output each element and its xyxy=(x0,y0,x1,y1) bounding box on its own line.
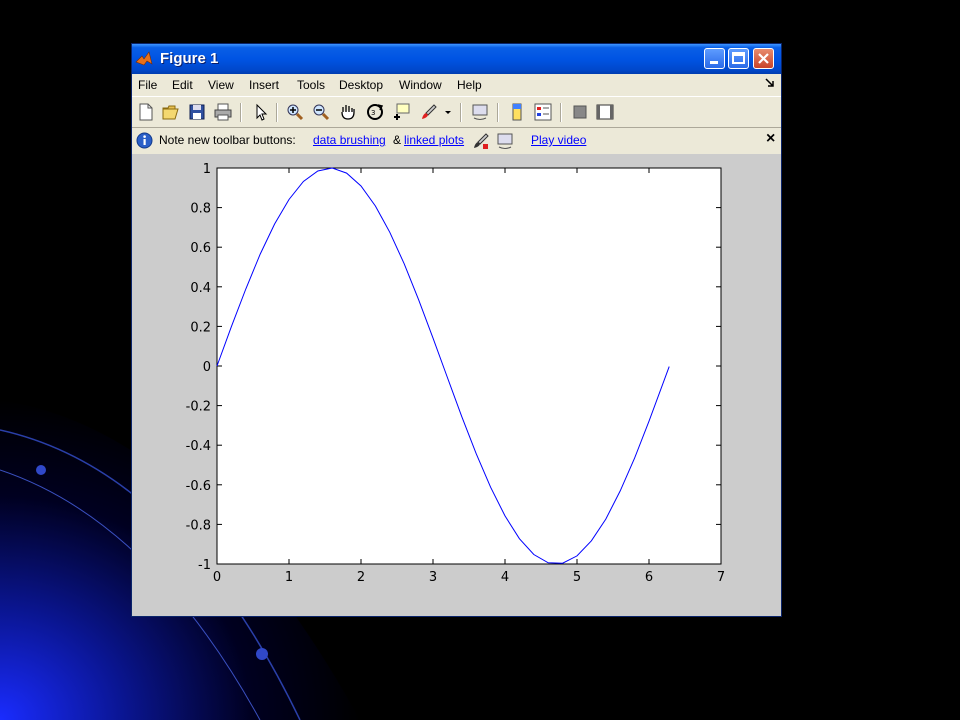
save-figure-icon[interactable] xyxy=(188,103,206,121)
brush-icon[interactable] xyxy=(420,103,438,121)
colorbar-icon[interactable] xyxy=(508,103,526,121)
linked-plots-mini-icon xyxy=(497,133,513,149)
y-tick-label: -0.4 xyxy=(186,439,211,454)
y-tick-label: -0.8 xyxy=(186,518,211,533)
open-file-icon[interactable] xyxy=(162,103,180,121)
new-figure-icon[interactable] xyxy=(137,103,155,121)
menu-window[interactable]: Window xyxy=(399,78,442,92)
figure-canvas: 0 1 2 3 4 5 6 7 -1 -0.8 -0.6 -0.4 -0.2 0 0.2 0.4 0.6 0.8 1 xyxy=(132,154,781,616)
svg-text:3: 3 xyxy=(371,109,375,117)
x-tick-label: 1 xyxy=(285,570,293,585)
close-button[interactable] xyxy=(753,48,774,69)
matlab-icon xyxy=(135,51,153,66)
menu-bar: File Edit View Insert Tools Desktop Wind… xyxy=(132,74,781,96)
rotate-3d-icon[interactable]: 3 xyxy=(366,103,384,121)
y-tick-label: 0.2 xyxy=(190,320,211,335)
play-video-link[interactable]: Play video xyxy=(531,133,586,147)
menu-help[interactable]: Help xyxy=(457,78,482,92)
zoom-out-icon[interactable] xyxy=(312,103,330,121)
print-figure-icon[interactable] xyxy=(214,103,232,121)
minimize-button[interactable] xyxy=(704,48,725,69)
brush-dropdown-icon[interactable] xyxy=(444,103,452,121)
window-title: Figure 1 xyxy=(160,50,219,67)
link-plot-icon[interactable] xyxy=(471,103,489,121)
zoom-in-icon[interactable] xyxy=(286,103,304,121)
y-tick-label: -1 xyxy=(198,558,211,573)
linked-plots-link[interactable]: linked plots xyxy=(404,133,464,147)
pan-hand-icon[interactable] xyxy=(339,103,357,121)
y-tick-label: -0.6 xyxy=(186,479,211,494)
figure-window: Figure 1 File Edit View Insert Tools Des… xyxy=(131,43,782,617)
minimize-icon xyxy=(710,61,718,64)
menu-edit[interactable]: Edit xyxy=(172,78,193,92)
show-plot-tools-icon[interactable] xyxy=(596,103,614,121)
menu-insert[interactable]: Insert xyxy=(249,78,279,92)
title-bar[interactable]: Figure 1 xyxy=(132,44,781,74)
hide-plot-tools-icon[interactable] xyxy=(571,103,589,121)
menu-tools[interactable]: Tools xyxy=(297,78,325,92)
x-tick-label: 3 xyxy=(429,570,437,585)
y-tick-label: 0.4 xyxy=(190,281,211,296)
y-tick-label: 0.6 xyxy=(190,241,211,256)
x-tick-label: 4 xyxy=(501,570,509,585)
ampersand-text: & xyxy=(393,133,402,147)
info-close-button[interactable]: × xyxy=(766,130,775,148)
legend-icon[interactable] xyxy=(534,103,552,121)
plot-area[interactable]: 0 1 2 3 4 5 6 7 -1 -0.8 -0.6 -0.4 -0.2 0 0.2 0.4 0.6 0.8 1 xyxy=(132,154,781,616)
close-icon xyxy=(758,53,769,64)
x-tick-label: 0 xyxy=(213,570,221,585)
y-tick-label: -0.2 xyxy=(186,400,211,415)
maximize-icon xyxy=(732,52,745,64)
data-brushing-link[interactable]: data brushing xyxy=(313,133,386,147)
menu-file[interactable]: File xyxy=(138,78,157,92)
axes-box xyxy=(216,167,722,565)
x-tick-label: 5 xyxy=(573,570,581,585)
data-cursor-icon[interactable] xyxy=(392,103,410,121)
x-tick-label: 2 xyxy=(357,570,365,585)
dock-arrow-icon[interactable] xyxy=(764,77,776,89)
y-tick-label: 0 xyxy=(203,360,211,375)
x-tick-label: 7 xyxy=(717,570,725,585)
info-bar: Note new toolbar buttons: data brushing … xyxy=(132,128,781,153)
menu-desktop[interactable]: Desktop xyxy=(339,78,383,92)
info-note-text: Note new toolbar buttons: xyxy=(159,133,296,147)
x-tick-label: 6 xyxy=(645,570,653,585)
y-tick-label: 1 xyxy=(203,162,211,177)
figure-toolbar: 3 xyxy=(132,96,781,128)
menu-view[interactable]: View xyxy=(208,78,234,92)
info-icon xyxy=(136,132,153,149)
brush-mini-icon xyxy=(474,133,489,149)
edit-plot-arrow-icon[interactable] xyxy=(252,103,270,121)
maximize-button[interactable] xyxy=(728,48,749,69)
y-tick-label: 0.8 xyxy=(190,202,211,217)
